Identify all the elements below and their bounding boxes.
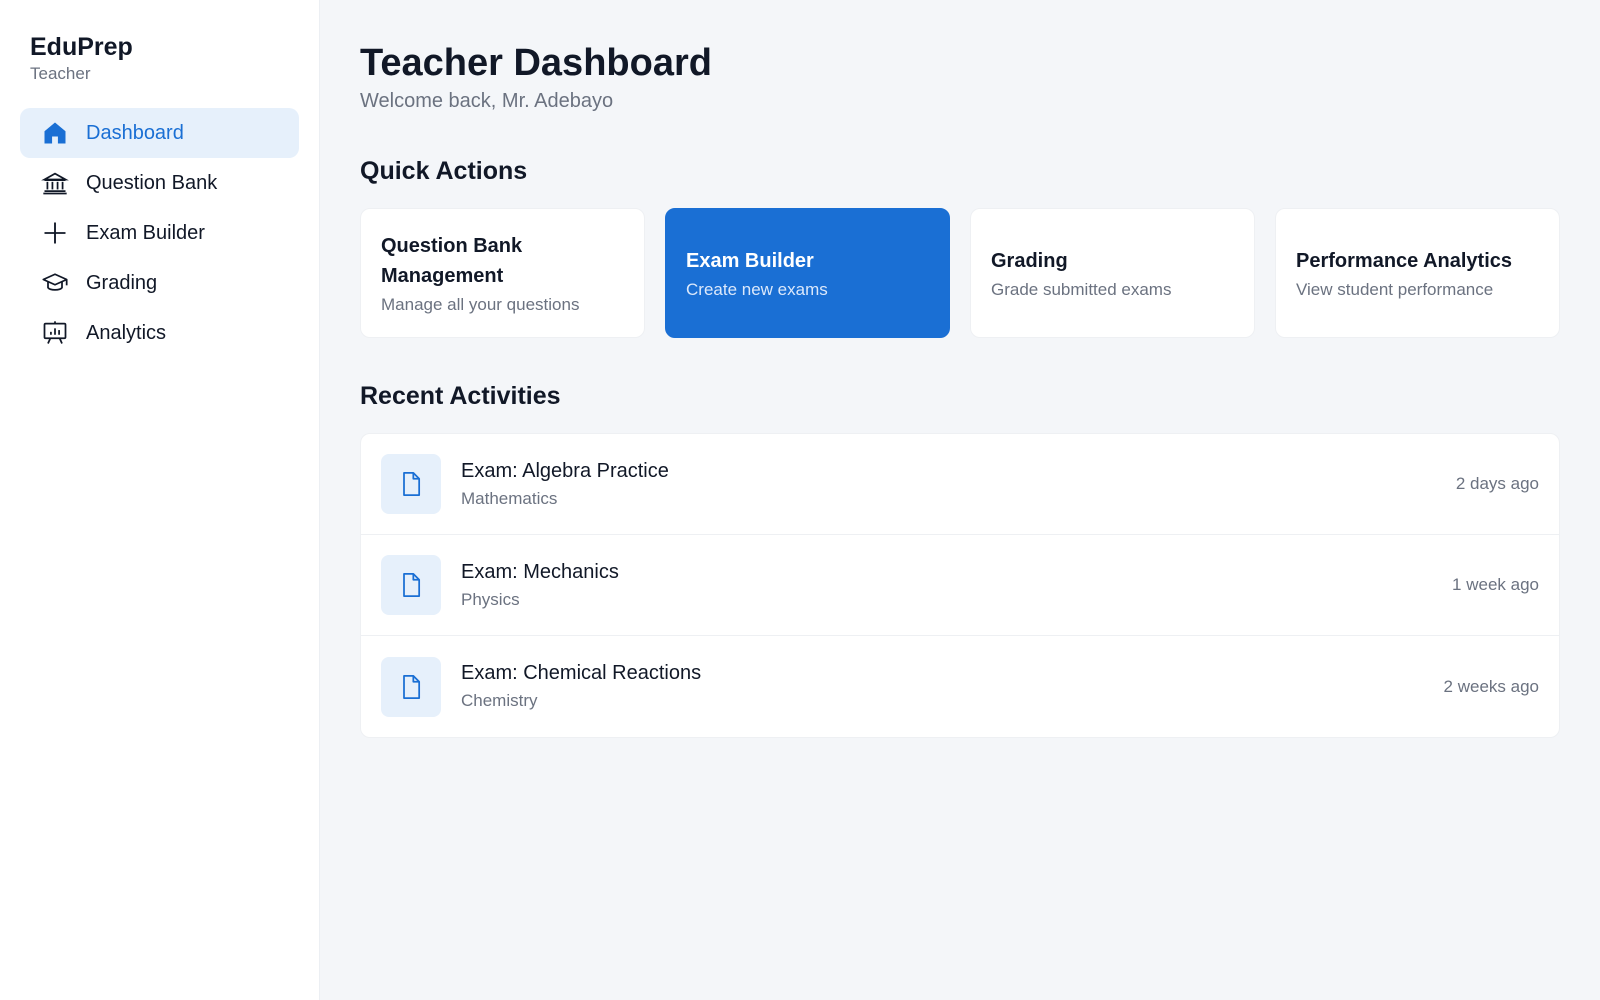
main-content: Teacher Dashboard Welcome back, Mr. Adeb… [320,0,1600,1000]
action-card-exam-builder[interactable]: Exam Builder Create new exams [665,208,950,338]
sidebar-item-question-bank[interactable]: Question Bank [20,158,299,208]
welcome-message: Welcome back, Mr. Adebayo [360,90,614,112]
action-card-title: Performance Analytics [1296,250,1513,272]
quick-actions: Question Bank Management Manage all your… [360,208,1560,338]
activity-text: Exam: Algebra Practice Mathematics [461,460,1456,509]
brand-role: Teacher [30,64,91,83]
app-root: EduPrep Teacher Dashboard Question Bank … [0,0,1600,1000]
action-card-performance-analytics[interactable]: Performance Analytics View student perfo… [1275,208,1560,338]
activity-subject: Chemistry [461,691,538,710]
activity-title: Exam: Chemical Reactions [461,662,702,684]
sidebar-item-dashboard[interactable]: Dashboard [20,108,299,158]
action-card-title: Question Bank Management [381,235,523,287]
document-icon [381,454,441,514]
sidebar-item-label: Exam Builder [86,221,205,244]
brand-name: EduPrep [30,33,133,61]
sidebar-nav: Dashboard Question Bank Exam Builder Gra… [20,108,299,358]
recent-activities-list: Exam: Algebra Practice Mathematics 2 day… [360,433,1560,738]
activity-subject: Mathematics [461,488,558,508]
action-card-desc: Manage all your questions [381,295,580,314]
activity-title: Exam: Mechanics [461,560,619,583]
action-card-desc: Create new exams [686,280,828,299]
activity-title: Exam: Algebra Practice [461,459,669,482]
brand: EduPrep Teacher [20,32,299,84]
activity-time: 2 weeks ago [1443,676,1539,696]
sidebar: EduPrep Teacher Dashboard Question Bank … [0,0,320,1000]
graduation-cap-icon [40,268,70,298]
sidebar-item-exam-builder[interactable]: Exam Builder [20,208,299,258]
home-icon [40,118,70,148]
list-item[interactable]: Exam: Mechanics Physics 1 week ago [361,535,1559,636]
sidebar-item-label: Question Bank [86,171,218,194]
sidebar-item-label: Analytics [86,321,167,344]
document-icon [381,656,441,717]
sidebar-item-grading[interactable]: Grading [20,258,299,308]
page-title: Teacher Dashboard [360,42,712,84]
list-item[interactable]: Exam: Chemical Reactions Chemistry 2 wee… [361,636,1559,737]
document-icon [381,555,441,615]
activity-subject: Physics [461,589,520,609]
action-card-title: Grading [991,250,1068,272]
quick-actions-title: Quick Actions [360,157,528,185]
action-card-desc: View student performance [1296,280,1494,299]
sidebar-item-label: Dashboard [86,121,184,144]
activity-text: Exam: Mechanics Physics [461,561,1452,610]
bank-icon [40,168,70,198]
plus-icon [40,218,70,248]
action-card-grading[interactable]: Grading Grade submitted exams [970,208,1255,338]
recent-activities-title: Recent Activities [360,382,561,410]
sidebar-item-label: Grading [86,271,158,294]
action-card-title: Exam Builder [686,250,814,272]
activity-time: 2 days ago [1455,474,1539,493]
action-card-desc: Grade submitted exams [991,280,1172,299]
action-card-question-bank[interactable]: Question Bank Management Manage all your… [360,208,645,338]
list-item[interactable]: Exam: Algebra Practice Mathematics 2 day… [361,434,1559,535]
activity-text: Exam: Chemical Reactions Chemistry [461,662,1444,711]
presentation-chart-icon [40,318,70,348]
sidebar-item-analytics[interactable]: Analytics [20,308,299,358]
activity-time: 1 week ago [1452,575,1539,594]
